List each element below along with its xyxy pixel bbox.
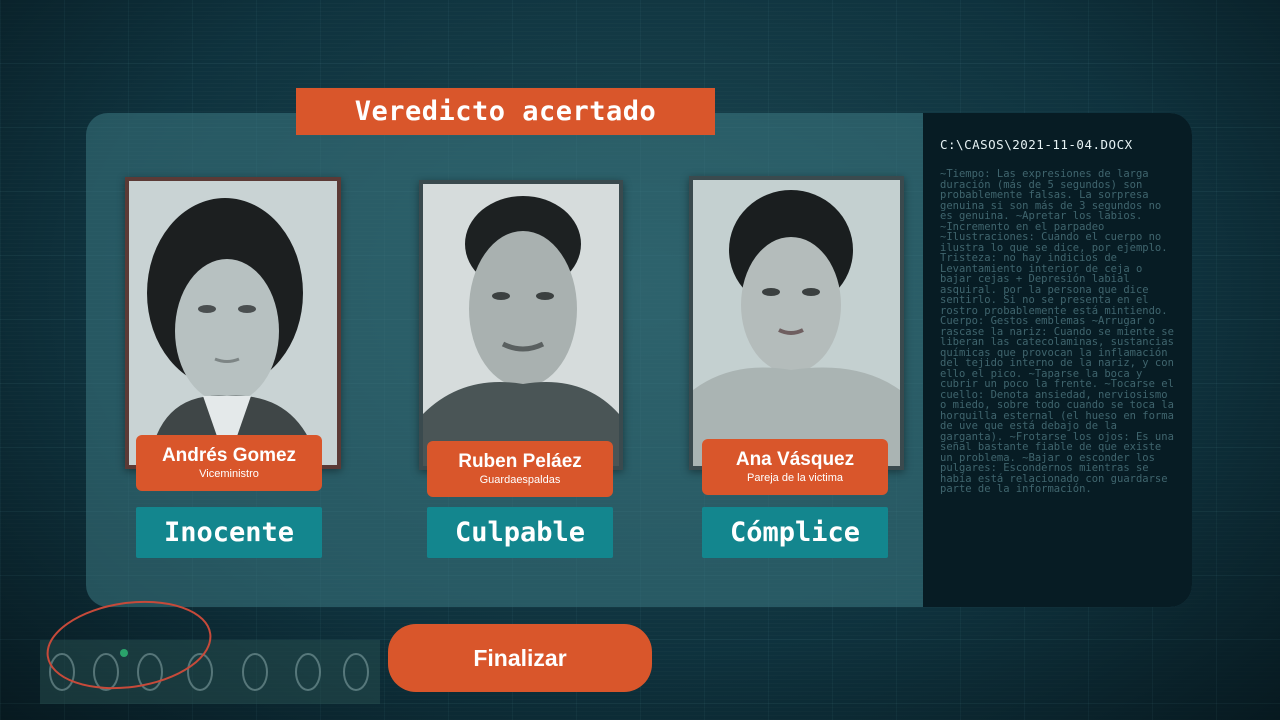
suspect-photo-andres xyxy=(125,177,341,469)
verdict-button-andres[interactable]: Inocente xyxy=(136,507,322,558)
suspect-photo-ana xyxy=(689,176,904,470)
suspect-name: Ana Vásquez xyxy=(735,449,855,470)
verdict-button-ana[interactable]: Cómplice xyxy=(702,507,888,558)
document-path: C:\CASOS\2021-11-04.DOCX xyxy=(940,137,1133,152)
suspect-role: Guardaespaldas xyxy=(479,474,561,486)
document-text: ~Tiempo: Las expresiones de larga duraci… xyxy=(940,168,1174,495)
suspect-role: Pareja de la victima xyxy=(747,472,843,484)
suspect-card-andres: Andrés Gomez Viceministro xyxy=(136,435,322,491)
suspect-card-ana: Ana Vásquez Pareja de la victima xyxy=(702,439,888,495)
suspect-name: Ruben Peláez xyxy=(458,451,582,472)
finalize-button[interactable]: Finalizar xyxy=(388,624,652,692)
suspect-card-ruben: Ruben Peláez Guardaespaldas xyxy=(427,441,613,497)
verdict-button-ruben[interactable]: Culpable xyxy=(427,507,613,558)
suspect-name: Andrés Gomez xyxy=(161,445,297,466)
suspect-photo-ruben xyxy=(419,180,623,470)
verdict-banner: Veredicto acertado xyxy=(296,88,715,135)
case-document[interactable]: C:\CASOS\2021-11-04.DOCX ~Tiempo: Las ex… xyxy=(923,113,1192,607)
target-circle-decoration xyxy=(44,597,214,693)
suspect-role: Viceministro xyxy=(199,468,259,480)
